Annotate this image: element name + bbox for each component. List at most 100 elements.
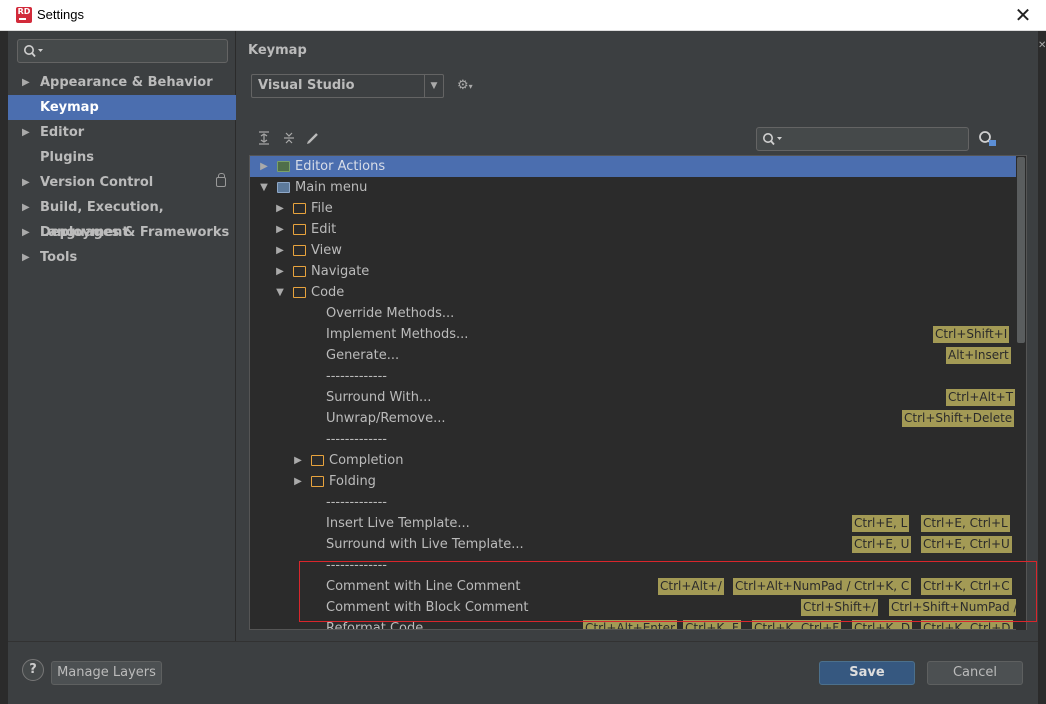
- chevron-down-icon: ▾: [468, 82, 473, 91]
- collapse-all-icon[interactable]: [281, 130, 297, 146]
- expand-arrow-icon[interactable]: ▶: [274, 198, 286, 219]
- window-border-left: [0, 31, 8, 704]
- window-title: Settings: [37, 7, 84, 22]
- tree-row[interactable]: Surround with Live Template... Ctrl+E, U C…: [250, 534, 1016, 555]
- annotation-highlight-box: [299, 561, 1037, 622]
- settings-search-input[interactable]: [17, 39, 228, 63]
- sidebar-item-label: Plugins: [40, 150, 94, 165]
- sidebar-item-label: Keymap: [40, 100, 99, 115]
- app-icon: RD: [16, 7, 32, 23]
- window-title-bar: RD Settings ✕: [0, 0, 1046, 31]
- keymap-settings-button[interactable]: ⚙▾: [457, 77, 479, 95]
- tree-row[interactable]: ▼ Main menu: [250, 177, 1016, 198]
- expand-arrow-icon[interactable]: ▶: [274, 219, 286, 240]
- tree-row-label: Folding: [329, 474, 376, 489]
- tree-row[interactable]: Unwrap/Remove... Ctrl+Shift+Delete: [250, 408, 1016, 429]
- window-border-right: [1038, 31, 1046, 704]
- keymap-action-tree[interactable]: ▶ Editor Actions ▼ Main menu ▶ File ▶ Edit ▶ View…: [249, 155, 1027, 630]
- expand-arrow-icon[interactable]: ▶: [22, 195, 30, 220]
- tree-row-label: -------------: [326, 495, 387, 510]
- tree-row-label: Navigate: [311, 264, 370, 279]
- sidebar-item-version-control[interactable]: ▶ Version Control: [8, 170, 236, 195]
- tree-scrollbar-thumb[interactable]: [1017, 157, 1025, 343]
- tree-row[interactable]: -------------: [250, 366, 1016, 387]
- close-window-button[interactable]: ✕: [1008, 3, 1038, 27]
- manage-layers-button[interactable]: Manage Layers: [51, 661, 162, 685]
- shortcut-badge: Alt+Insert: [946, 347, 1011, 364]
- tree-row[interactable]: Generate... Alt+Insert: [250, 345, 1016, 366]
- tree-row[interactable]: -------------: [250, 492, 1016, 513]
- tree-row[interactable]: ▼ Code: [250, 282, 1016, 303]
- sidebar-item-keymap[interactable]: Keymap: [8, 95, 236, 120]
- page-title: Keymap: [248, 43, 307, 58]
- pencil-icon[interactable]: [305, 130, 321, 146]
- shortcut-search-input[interactable]: [756, 127, 969, 151]
- tree-row[interactable]: ▶ File: [250, 198, 1016, 219]
- sidebar-item-editor[interactable]: ▶ Editor: [8, 120, 236, 145]
- tree-row-label: View: [311, 243, 342, 258]
- tree-row-label: Generate...: [326, 348, 400, 363]
- expand-arrow-icon[interactable]: ▶: [258, 156, 270, 177]
- sidebar-item-plugins[interactable]: Plugins: [8, 145, 236, 170]
- sidebar-item-label: Languages & Frameworks: [40, 225, 230, 240]
- collapse-arrow-icon[interactable]: ▼: [274, 282, 286, 303]
- folder-icon: [311, 455, 324, 466]
- shortcut-badge: Ctrl+Shift+I: [933, 326, 1010, 343]
- expand-arrow-icon[interactable]: ▶: [292, 450, 304, 471]
- expand-arrow-icon[interactable]: ▶: [274, 240, 286, 261]
- folder-icon: [293, 266, 306, 277]
- expand-arrow-icon[interactable]: ▶: [22, 220, 30, 245]
- save-button[interactable]: Save: [819, 661, 915, 685]
- sidebar-item-build-execution-deployment[interactable]: ▶ Build, Execution, Deployment: [8, 195, 236, 240]
- tree-row[interactable]: ▶ Editor Actions: [250, 156, 1016, 177]
- folder-icon: [311, 476, 324, 487]
- tree-row[interactable]: ▶ View: [250, 240, 1016, 261]
- keymap-select[interactable]: Visual Studio ▼: [251, 74, 444, 98]
- tree-row[interactable]: ▶ Navigate: [250, 261, 1016, 282]
- shortcut-badge: Ctrl+E, U: [852, 536, 912, 553]
- sidebar-item-languages-frameworks[interactable]: ▶ Languages & Frameworks: [8, 220, 236, 245]
- search-icon: [763, 133, 782, 146]
- tree-row-label: Override Methods...: [326, 306, 455, 321]
- sidebar-item-label: Appearance & Behavior: [40, 75, 213, 90]
- tree-row-label: -------------: [326, 369, 387, 384]
- tree-row-label: Implement Methods...: [326, 327, 469, 342]
- find-by-shortcut-icon[interactable]: [977, 129, 997, 149]
- sidebar-item-appearance-behavior[interactable]: ▶ Appearance & Behavior: [8, 70, 236, 95]
- background-close-icon: ✕: [1038, 40, 1046, 51]
- shortcut-badge: Ctrl+Shift+Delete: [902, 410, 1015, 427]
- tree-row-label: Editor Actions: [295, 159, 386, 174]
- gear-icon: ⚙: [457, 78, 469, 93]
- help-button[interactable]: ?: [22, 659, 44, 681]
- tree-row[interactable]: Implement Methods... Ctrl+Shift+I: [250, 324, 1016, 345]
- tree-row[interactable]: ▶ Completion: [250, 450, 1016, 471]
- tree-row-label: Edit: [311, 222, 337, 237]
- tree-row[interactable]: ▶ Folding: [250, 471, 1016, 492]
- sidebar-item-tools[interactable]: ▶ Tools: [8, 245, 236, 270]
- expand-all-icon[interactable]: [256, 130, 272, 146]
- expand-arrow-icon[interactable]: ▶: [22, 120, 30, 145]
- expand-arrow-icon[interactable]: ▶: [22, 170, 30, 195]
- sidebar-item-label: Tools: [40, 250, 78, 265]
- tree-row[interactable]: Surround With... Ctrl+Alt+T: [250, 387, 1016, 408]
- sidebar-item-label: Editor: [40, 125, 85, 140]
- collapse-arrow-icon[interactable]: ▼: [258, 177, 270, 198]
- folder-icon: [293, 245, 306, 256]
- chevron-down-icon[interactable]: ▼: [424, 75, 443, 97]
- expand-arrow-icon[interactable]: ▶: [22, 70, 30, 95]
- tree-row[interactable]: ▶ Edit: [250, 219, 1016, 240]
- expand-arrow-icon[interactable]: ▶: [292, 471, 304, 492]
- folder-icon: [293, 203, 306, 214]
- tree-row-label: Surround With...: [326, 390, 432, 405]
- tree-row[interactable]: -------------: [250, 429, 1016, 450]
- lock-icon: [216, 173, 226, 187]
- cancel-button[interactable]: Cancel: [927, 661, 1023, 685]
- tree-row[interactable]: Override Methods...: [250, 303, 1016, 324]
- tree-row-label: Code: [311, 285, 345, 300]
- tree-row-label: -------------: [326, 432, 387, 447]
- search-icon: [24, 45, 43, 58]
- expand-arrow-icon[interactable]: ▶: [22, 245, 30, 270]
- expand-arrow-icon[interactable]: ▶: [274, 261, 286, 282]
- tree-row[interactable]: Insert Live Template... Ctrl+E, L Ctrl+E, …: [250, 513, 1016, 534]
- footer-divider: [8, 641, 1038, 642]
